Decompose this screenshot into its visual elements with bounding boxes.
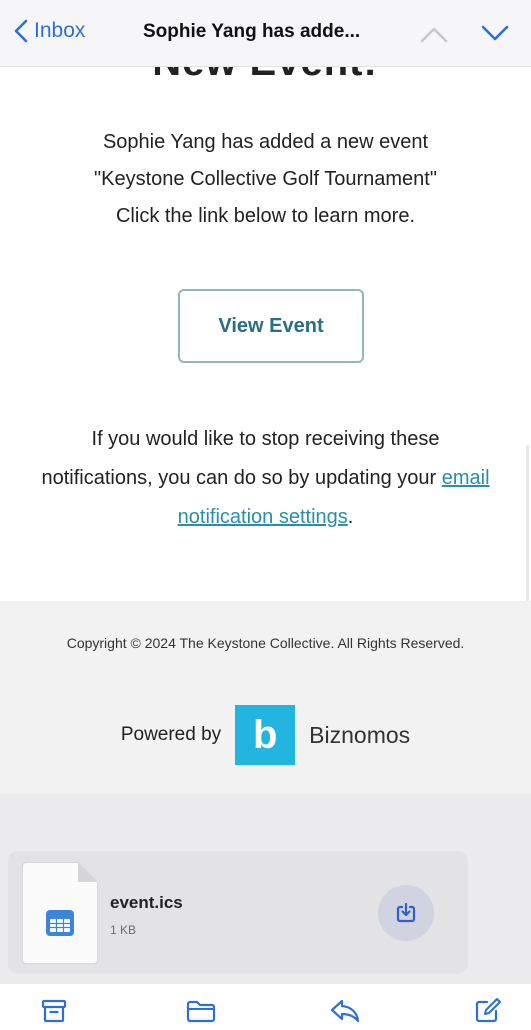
email-screen: Inbox Sophie Yang has adde... New Event!… bbox=[0, 0, 531, 1030]
save-attachment-button[interactable] bbox=[378, 885, 434, 941]
save-attachment-icon bbox=[396, 902, 416, 923]
move-to-folder-button[interactable] bbox=[185, 996, 217, 1026]
compose-icon bbox=[475, 998, 501, 1023]
email-body: Sophie Yang has added a new event "Keyst… bbox=[40, 124, 491, 235]
reply-button[interactable] bbox=[329, 996, 361, 1026]
chevron-left-icon bbox=[14, 19, 28, 43]
back-label: Inbox bbox=[34, 19, 86, 42]
file-thumbnail bbox=[22, 862, 98, 964]
attachment-file-size: 1 KB bbox=[110, 923, 137, 937]
chevron-down-icon[interactable] bbox=[480, 24, 510, 44]
copyright-text: Copyright © 2024 The Keystone Collective… bbox=[66, 635, 465, 651]
compose-button[interactable] bbox=[472, 996, 504, 1026]
attachment-file-name: event.ics bbox=[110, 893, 183, 912]
email-subject-title: Sophie Yang has adde... bbox=[143, 21, 361, 42]
folder-icon bbox=[186, 1000, 216, 1023]
body-line: Sophie Yang has added a new event bbox=[102, 131, 429, 153]
email-footer: Copyright © 2024 The Keystone Collective… bbox=[0, 601, 531, 794]
body-line-event-name: "Keystone Collective Golf Tournament" bbox=[94, 168, 437, 190]
page-fold bbox=[78, 862, 98, 882]
bottom-toolbar bbox=[0, 984, 531, 1030]
reply-icon bbox=[330, 999, 360, 1023]
attachment-card[interactable]: event.ics 1 KB bbox=[8, 851, 468, 974]
powered-by-label: Powered by bbox=[120, 724, 222, 745]
archive-button[interactable] bbox=[38, 996, 70, 1026]
brand-name: Biznomos bbox=[309, 721, 411, 748]
unsubscribe-text: If you would like to stop receiving thes… bbox=[41, 428, 442, 489]
calendar-file-icon bbox=[46, 910, 74, 936]
chevron-up-icon[interactable] bbox=[419, 24, 449, 44]
body-line: Click the link below to learn more. bbox=[115, 205, 415, 227]
navigation-bar: Inbox Sophie Yang has adde... bbox=[0, 0, 531, 67]
biznomos-logo: b bbox=[235, 705, 296, 765]
attachment-area: event.ics 1 KB bbox=[0, 794, 531, 984]
back-to-inbox-button[interactable]: Inbox bbox=[14, 19, 85, 43]
brand-letter: b bbox=[252, 712, 278, 757]
powered-by: Powered by b Biznomos bbox=[0, 705, 531, 765]
archive-icon bbox=[41, 999, 67, 1023]
view-event-button[interactable]: View Event bbox=[178, 289, 364, 363]
unsubscribe-notice: If you would like to stop receiving thes… bbox=[40, 420, 491, 537]
unsubscribe-period: . bbox=[347, 506, 354, 528]
